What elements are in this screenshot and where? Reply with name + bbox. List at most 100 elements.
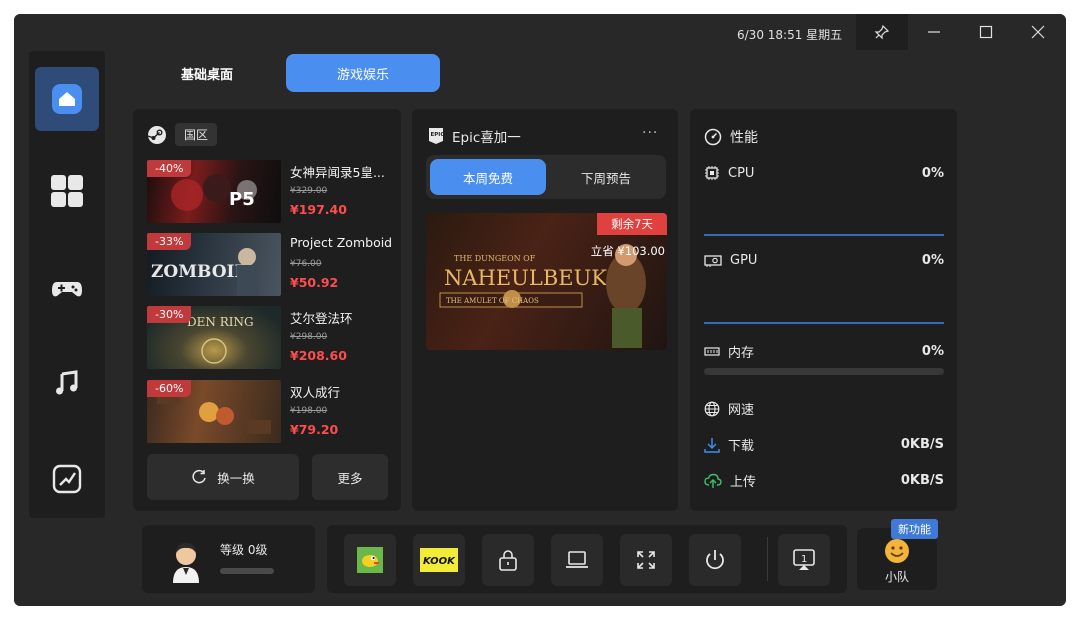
- pin-button[interactable]: [856, 14, 908, 50]
- discount-badge: -60%: [147, 380, 192, 397]
- steam-game-item[interactable]: -60% 双人成行 ¥198.00 ¥79.20: [147, 380, 387, 444]
- gamepad-icon: [52, 282, 82, 297]
- close-button[interactable]: [1012, 14, 1064, 50]
- maximize-icon: [979, 25, 993, 39]
- tools-divider: [767, 537, 768, 581]
- steam-game-item[interactable]: P5 -40% 女神异闻录5皇... ¥329.00 ¥197.40: [147, 160, 387, 224]
- cpu-graph: [704, 234, 944, 236]
- performance-header: 性能: [704, 127, 944, 147]
- upload-value: 0KB/S: [900, 473, 944, 488]
- gpu-label: GPU: [730, 253, 758, 268]
- sale-price: ¥197.40: [290, 202, 347, 217]
- region-selector[interactable]: 国区: [175, 123, 218, 146]
- minimize-icon: [928, 31, 940, 33]
- team-label: 小队: [884, 570, 909, 584]
- cpu-value: 0%: [921, 165, 944, 181]
- kook-icon: KOOK: [420, 548, 458, 572]
- game-cover-it-takes-two: -60%: [147, 380, 281, 443]
- more-options-button[interactable]: ···: [642, 125, 658, 141]
- sidebar-item-home[interactable]: [35, 67, 99, 131]
- banner-title-line2: NAHEULBEUK: [444, 266, 607, 290]
- steam-deals-card: 国区 P5 -40% 女神异闻录5皇... ¥329.00 ¥197.40 ZO…: [133, 109, 401, 511]
- steam-game-item[interactable]: ZOMBOID -33% Project Zomboid ¥76.00 ¥50.…: [147, 233, 392, 297]
- avatar: [173, 543, 199, 583]
- game-title: 女神异闻录5皇...: [290, 165, 385, 180]
- lock-screen-button[interactable]: [482, 534, 534, 586]
- epic-free-card: EPIC Epic喜加一 ··· 本周免费 下周预告 THE DUNGEON O…: [412, 109, 678, 511]
- music-icon: [56, 370, 78, 395]
- game-cover-p5r: P5 -40%: [147, 160, 281, 223]
- svg-text:1: 1: [801, 554, 807, 565]
- upload-cloud-icon: [704, 473, 722, 488]
- svg-text:EPIC: EPIC: [431, 132, 445, 138]
- original-price: ¥329.00: [290, 186, 328, 196]
- tab-this-week-free[interactable]: 本周免费: [430, 159, 546, 195]
- fullscreen-icon: [637, 551, 655, 569]
- epic-header: EPIC Epic喜加一: [428, 126, 521, 146]
- home-icon: [52, 84, 82, 114]
- gpu-graph: [704, 322, 944, 324]
- refresh-label: 换一换: [217, 470, 255, 486]
- steam-icon: [147, 125, 166, 144]
- game-title: Project Zomboid: [290, 235, 393, 250]
- minimize-button[interactable]: [908, 14, 960, 50]
- sidebar: [29, 51, 105, 518]
- free-game-banner[interactable]: THE DUNGEON OF NAHEULBEUK THE AMULET OF …: [426, 213, 667, 350]
- tab-game-entertainment[interactable]: 游戏娱乐: [286, 54, 440, 92]
- tab-basic-desktop[interactable]: 基础桌面: [130, 54, 284, 92]
- performance-title: 性能: [730, 130, 758, 146]
- game-cover-zomboid: ZOMBOID -33%: [147, 233, 281, 296]
- discount-badge: -40%: [147, 160, 192, 177]
- more-label: 更多: [337, 470, 363, 486]
- sidebar-item-monitor[interactable]: [35, 447, 99, 511]
- network-label: 网速: [728, 403, 755, 418]
- desktop-tabs: 基础桌面 游戏娱乐: [130, 54, 440, 94]
- tab-next-week-preview[interactable]: 下周预告: [548, 159, 664, 195]
- screen-cast-button[interactable]: 1: [778, 534, 830, 586]
- kook-shortcut[interactable]: KOOK: [413, 534, 465, 586]
- savings-label: 立省 ¥103.00: [590, 244, 665, 258]
- flappy-bird-icon: [357, 547, 383, 573]
- more-button[interactable]: 更多: [312, 454, 388, 500]
- chart-icon: [52, 464, 82, 494]
- level-progress-bar: [220, 568, 274, 574]
- performance-card: 性能 CPU 0% GPU 0% 内存 0% 网速 下载 0KB/S 上传 0K…: [690, 109, 957, 511]
- download-label: 下载: [728, 439, 755, 454]
- quick-tools-bar: KOOK 1: [327, 525, 847, 593]
- game-title: 艾尔登法环: [290, 311, 353, 326]
- svg-text:KOOK: KOOK: [423, 556, 456, 567]
- steam-game-item[interactable]: DEN RING -30% 艾尔登法环 ¥298.00 ¥208.60: [147, 306, 387, 370]
- refresh-button[interactable]: 换一换: [147, 454, 299, 500]
- sidebar-item-games[interactable]: [35, 257, 99, 321]
- gpu-value: 0%: [921, 253, 944, 268]
- user-level: 等级 0级: [220, 543, 268, 557]
- pin-icon: [874, 24, 890, 40]
- epic-title: Epic喜加一: [452, 130, 521, 146]
- user-panel[interactable]: 等级 0级: [142, 525, 315, 593]
- gpu-icon: [704, 254, 722, 267]
- banner-title-line1: THE DUNGEON OF: [454, 254, 536, 263]
- power-icon: [706, 550, 724, 570]
- fullscreen-button[interactable]: [620, 534, 672, 586]
- sidebar-item-widgets[interactable]: [35, 159, 99, 223]
- cpu-label: CPU: [728, 165, 755, 181]
- original-price: ¥298.00: [290, 332, 328, 342]
- discount-badge: -30%: [147, 306, 192, 323]
- memory-usage-bar: [704, 368, 944, 375]
- banner-title-line3: THE AMULET OF CHAOS: [446, 297, 539, 305]
- sale-price: ¥79.20: [290, 422, 339, 437]
- days-remaining-badge: 剩余7天: [597, 213, 667, 235]
- sidebar-item-music[interactable]: [35, 351, 99, 415]
- cpu-icon: [705, 166, 719, 180]
- maximize-button[interactable]: [960, 14, 1012, 50]
- network-row: 网速: [704, 399, 944, 418]
- memory-row: 内存 0%: [704, 342, 944, 361]
- svg-text:P5: P5: [229, 189, 255, 210]
- flappy-bird-shortcut[interactable]: [344, 534, 396, 586]
- new-feature-badge: 新功能: [891, 519, 938, 539]
- game-cover-elden-ring: DEN RING -30%: [147, 306, 281, 369]
- download-row: 下载 0KB/S: [704, 435, 944, 454]
- power-button[interactable]: [689, 534, 741, 586]
- show-desktop-button[interactable]: [551, 534, 603, 586]
- cpu-row: CPU 0%: [704, 165, 944, 181]
